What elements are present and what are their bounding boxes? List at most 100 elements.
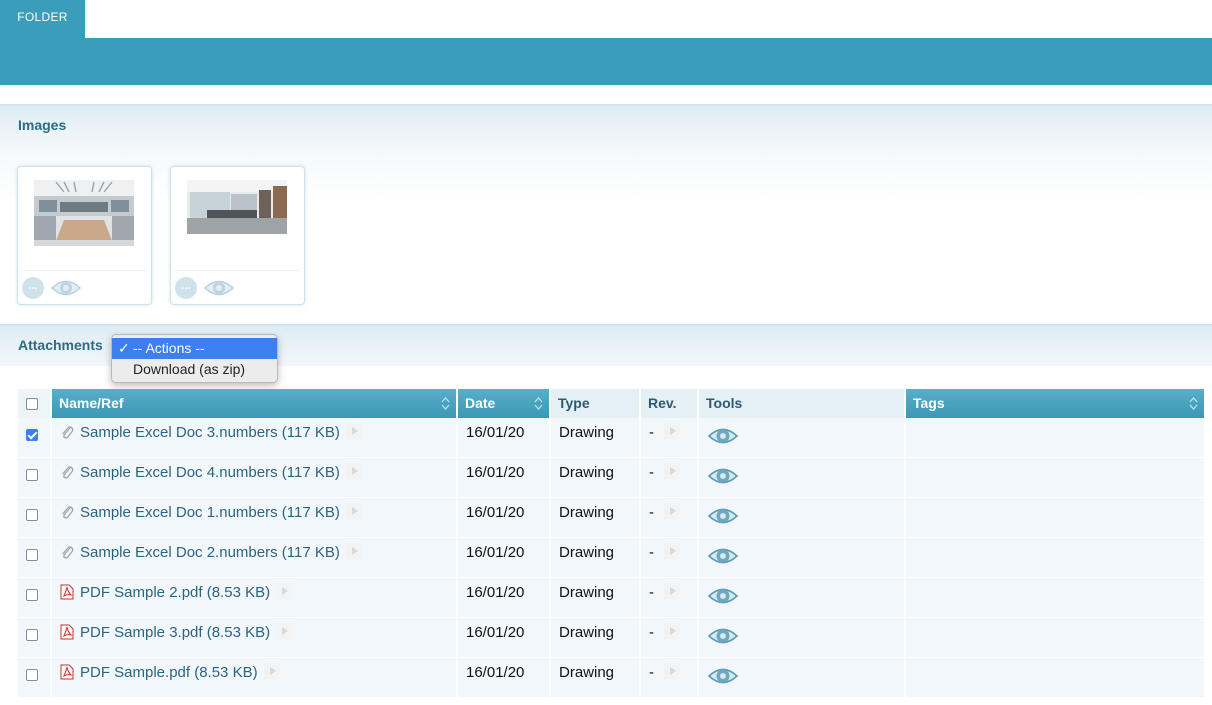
column-header-tags[interactable]: Tags [906,389,1204,418]
row-checkbox[interactable] [26,509,38,521]
actions-dropdown[interactable]: ✓ -- Actions -- Download (as zip) [111,334,278,383]
table-row: PDF Sample 2.pdf (8.53 KB) 16/01/20 Drawin… [18,578,1204,618]
file-link[interactable]: PDF Sample.pdf (8.53 KB) [80,664,258,681]
tools-cell [699,418,904,457]
row-select-cell [18,578,50,617]
name-cell: PDF Sample 2.pdf (8.53 KB) [52,578,456,617]
view-eye-icon[interactable] [707,504,739,528]
row-select-cell [18,418,50,457]
file-link[interactable]: Sample Excel Doc 2.numbers (117 KB) [80,544,340,561]
view-eye-icon[interactable] [707,544,739,568]
expand-arrow-icon[interactable] [664,543,680,559]
expand-arrow-icon[interactable] [276,583,293,599]
sort-icon[interactable] [534,396,543,411]
view-eye-icon[interactable] [707,464,739,488]
dropdown-option-actions[interactable]: ✓ -- Actions -- [112,338,277,359]
view-eye-icon[interactable] [707,664,739,688]
tools-cell [699,618,904,657]
expand-arrow-icon[interactable] [664,503,680,519]
file-link[interactable]: PDF Sample 3.pdf (8.53 KB) [80,624,270,641]
name-cell: Sample Excel Doc 1.numbers (117 KB) [52,498,456,537]
tools-cell [699,658,904,697]
table-row: Sample Excel Doc 4.numbers (117 KB) 16/01… [18,458,1204,498]
rev-value: - [649,544,654,561]
eye-icon[interactable] [203,276,235,300]
dropdown-option-download-zip[interactable]: Download (as zip) [112,359,277,380]
paperclip-icon [62,546,74,559]
expand-arrow-icon[interactable] [345,503,362,519]
expand-arrow-icon[interactable] [345,543,362,559]
header-banner [0,38,1212,85]
checkmark-icon: ✓ [118,340,130,356]
file-link[interactable]: PDF Sample 2.pdf (8.53 KB) [80,584,270,601]
row-checkbox[interactable] [26,629,38,641]
column-header-type: Type [551,389,639,418]
column-header-rev: Rev. [641,389,697,418]
row-checkbox[interactable] [26,469,38,481]
expand-arrow-icon[interactable] [664,583,680,599]
name-cell: Sample Excel Doc 3.numbers (117 KB) [52,418,456,457]
column-header-name[interactable]: Name/Ref [52,389,456,418]
eye-icon[interactable] [50,276,82,300]
column-header-date[interactable]: Date [458,389,549,418]
office-photo-1[interactable] [34,180,134,246]
select-all-checkbox[interactable] [26,398,38,410]
tags-cell [906,458,1204,497]
pdf-icon [60,624,74,640]
file-link[interactable]: Sample Excel Doc 3.numbers (117 KB) [80,424,340,441]
view-eye-icon[interactable] [707,584,739,608]
table-row: Sample Excel Doc 1.numbers (117 KB) 16/01… [18,498,1204,538]
row-checkbox[interactable] [26,589,38,601]
table-row: PDF Sample.pdf (8.53 KB) 16/01/20 Drawing - [18,658,1204,698]
row-checkbox[interactable] [26,669,38,681]
name-cell: Sample Excel Doc 4.numbers (117 KB) [52,458,456,497]
table-row: PDF Sample 3.pdf (8.53 KB) 16/01/20 Drawin… [18,618,1204,658]
expand-arrow-icon[interactable] [263,663,280,679]
rev-value: - [649,584,654,601]
row-checkbox[interactable] [26,549,38,561]
sort-icon[interactable] [441,396,450,411]
row-checkbox[interactable] [26,429,38,441]
image-thumbnail-card[interactable]: ... [17,166,152,305]
column-header-label: Tags [913,395,945,411]
paperclip-icon [62,506,74,519]
tags-cell [906,618,1204,657]
expand-arrow-icon[interactable] [664,423,680,439]
row-select-cell [18,658,50,697]
expand-arrow-icon[interactable] [345,423,362,439]
expand-arrow-icon[interactable] [276,623,293,639]
table-header-row: Name/Ref Date Type Rev. Tools Tags [18,389,1204,418]
type-cell: Drawing [551,578,639,617]
expand-arrow-icon[interactable] [664,663,680,679]
file-link[interactable]: Sample Excel Doc 1.numbers (117 KB) [80,504,340,521]
tab-folder[interactable]: FOLDER [0,0,85,38]
date-cell: 16/01/20 [458,498,549,537]
tags-cell [906,418,1204,457]
row-select-cell [18,498,50,537]
date-cell: 16/01/20 [458,458,549,497]
rev-cell: - [641,578,697,617]
expand-arrow-icon[interactable] [664,463,680,479]
tools-cell [699,538,904,577]
card-divider [22,270,147,271]
dropdown-option-label: Download (as zip) [133,361,246,377]
view-eye-icon[interactable] [707,624,739,648]
file-link[interactable]: Sample Excel Doc 4.numbers (117 KB) [80,464,340,481]
image-thumbnail-card[interactable]: ... [170,166,305,305]
expand-arrow-icon[interactable] [664,623,680,639]
name-cell: PDF Sample.pdf (8.53 KB) [52,658,456,697]
rev-cell: - [641,658,697,697]
view-eye-icon[interactable] [707,424,739,448]
office-photo-2[interactable] [187,180,287,246]
tags-cell [906,578,1204,617]
comment-icon[interactable]: ... [175,277,197,299]
comment-icon[interactable]: ... [22,277,44,299]
expand-arrow-icon[interactable] [345,463,362,479]
sort-icon[interactable] [1189,396,1198,411]
row-select-cell [18,538,50,577]
tags-cell [906,538,1204,577]
tags-cell [906,658,1204,697]
column-header-tools: Tools [699,389,904,418]
name-cell: Sample Excel Doc 2.numbers (117 KB) [52,538,456,577]
rev-cell: - [641,538,697,577]
